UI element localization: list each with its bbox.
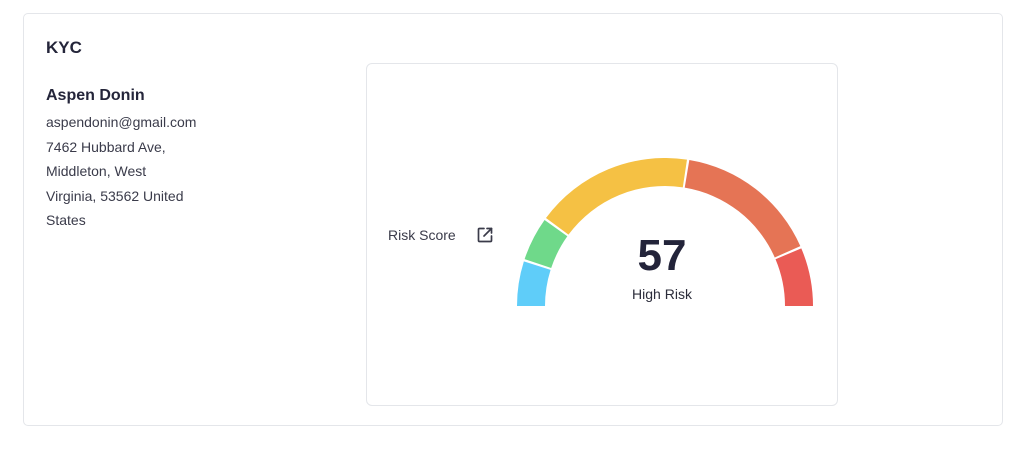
risk-level-label: High Risk bbox=[632, 286, 692, 302]
gauge-segment bbox=[775, 248, 813, 306]
kyc-card: KYC Aspen Donin aspendonin@gmail.com 746… bbox=[23, 13, 1003, 426]
gauge-segment bbox=[545, 158, 687, 235]
risk-score-label: Risk Score bbox=[388, 227, 456, 243]
risk-score-value: 57 bbox=[637, 231, 687, 280]
address-line: States bbox=[46, 212, 86, 228]
person-name: Aspen Donin bbox=[46, 87, 145, 104]
person-details: aspendonin@gmail.com 7462 Hubbard Ave, M… bbox=[46, 110, 221, 233]
address-line: Middleton, West bbox=[46, 163, 147, 179]
person-email: aspendonin@gmail.com bbox=[46, 114, 197, 130]
external-link-icon[interactable] bbox=[475, 225, 495, 245]
gauge-segment bbox=[517, 261, 551, 306]
risk-score-panel: Risk Score 57 High Risk bbox=[366, 63, 838, 406]
card-title: KYC bbox=[46, 38, 82, 57]
address-line: Virginia, 53562 United bbox=[46, 187, 184, 204]
address-line: 7462 Hubbard Ave, bbox=[46, 138, 166, 155]
